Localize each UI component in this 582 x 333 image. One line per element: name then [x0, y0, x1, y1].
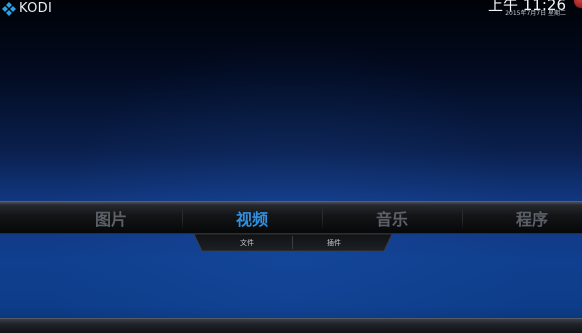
submenu-item-files[interactable]: 文件	[202, 234, 292, 251]
power-icon[interactable]	[574, 0, 582, 8]
menu-item-programs[interactable]: 程序	[462, 202, 582, 233]
main-menu-bar: 图片 视频 音乐 程序	[0, 201, 582, 234]
menu-item-music[interactable]: 音乐	[322, 202, 462, 233]
top-bar: KODI 上午 11:26 2015年7月7日 星期二	[0, 0, 582, 22]
menu-item-videos[interactable]: 视频	[182, 202, 322, 233]
submenu: 文件 插件	[194, 234, 392, 252]
kodi-logo-icon	[2, 2, 16, 16]
kodi-logo[interactable]: KODI	[2, 1, 52, 17]
background	[0, 0, 582, 333]
menu-item-pictures[interactable]: 图片	[41, 202, 181, 233]
submenu-item-addons[interactable]: 插件	[293, 234, 375, 251]
bottom-bar	[0, 318, 582, 333]
clock-date: 2015年7月7日 星期二	[505, 10, 566, 17]
logo-text: KODI	[19, 1, 53, 16]
